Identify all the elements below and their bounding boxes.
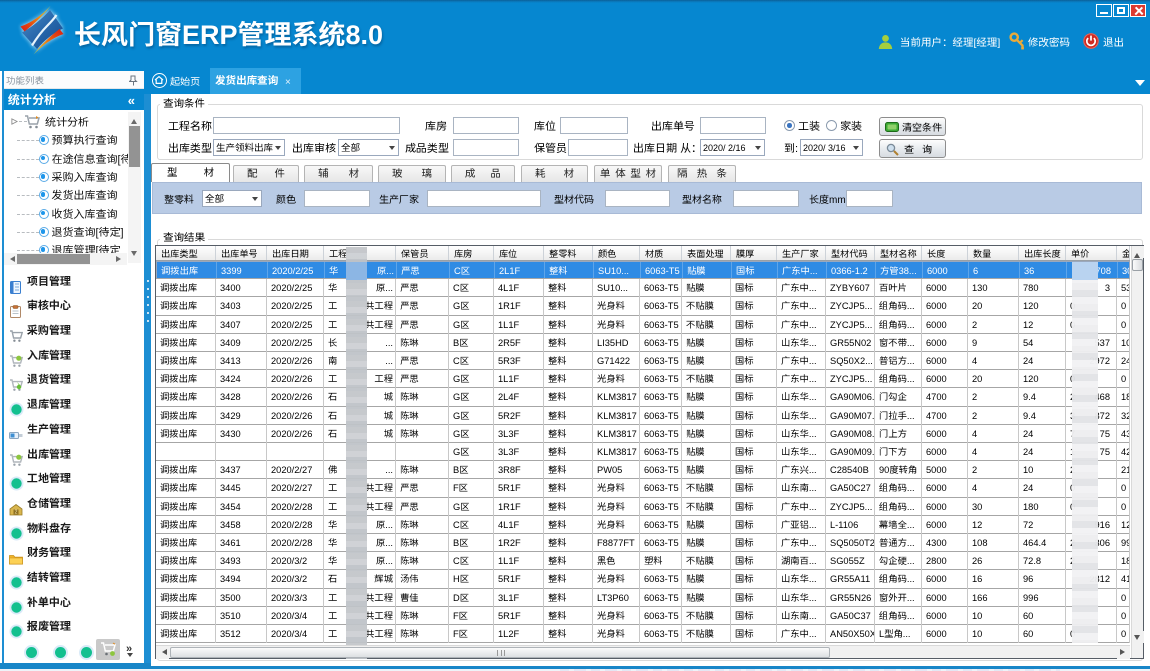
svg-text:2: 2 [15, 509, 18, 515]
